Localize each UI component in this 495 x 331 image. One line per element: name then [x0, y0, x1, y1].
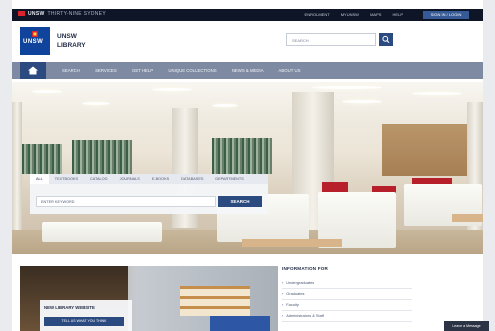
page: UNSW THIRTY-NINE SYDNEY ENROLMENT MYUNSW … — [12, 0, 483, 331]
list-item-label: Undergraduates — [286, 280, 315, 285]
nav-item-get-help[interactable]: GET HELP — [132, 68, 153, 73]
list-item-label: Administrators & Staff — [286, 313, 324, 318]
hero-light — [82, 102, 110, 105]
keyword-search-button[interactable]: SEARCH — [218, 196, 262, 207]
nav-item-news-media[interactable]: NEWS & MEDIA — [232, 68, 264, 73]
top-links: ENROLMENT MYUNSW MAPS HELP — [295, 12, 403, 17]
chevron-right-icon: › — [282, 291, 284, 296]
hero-column — [12, 102, 22, 232]
hero-bookshelf — [72, 140, 132, 174]
top-utility-bar: UNSW THIRTY-NINE SYDNEY ENROLMENT MYUNSW … — [12, 9, 483, 21]
home-icon — [28, 66, 38, 75]
nav-items: SEARCH SERVICES GET HELP UNIQUE COLLECTI… — [62, 68, 314, 73]
crest-icon — [32, 31, 38, 37]
leave-message-button[interactable]: Leave a Message — [444, 321, 489, 331]
top-link[interactable]: ENROLMENT — [305, 12, 330, 17]
main-navigation: SEARCH SERVICES GET HELP UNIQUE COLLECTI… — [12, 62, 483, 79]
tab-all[interactable]: ALL — [30, 174, 49, 184]
flag-icon — [18, 11, 25, 16]
sign-in-button[interactable]: SIGN IN / LOGIN — [423, 11, 469, 19]
list-item[interactable]: › Faculty — [282, 300, 412, 311]
hero-light — [152, 88, 192, 91]
hero-table — [242, 239, 342, 247]
list-item[interactable]: › Graduates — [282, 289, 412, 300]
hero-bookshelf — [22, 144, 62, 174]
nav-item-search[interactable]: SEARCH — [62, 68, 80, 73]
keyword-search-input[interactable]: ENTER KEYWORD — [36, 196, 216, 207]
promo-photo-chair — [210, 316, 270, 331]
site-search-input[interactable]: SEARCH — [286, 33, 376, 46]
tab-databases[interactable]: DATABASES — [175, 174, 209, 184]
home-button[interactable] — [20, 62, 46, 79]
promo-photo-shelf — [180, 286, 250, 316]
information-for-heading: INFORMATION FOR — [282, 266, 329, 271]
top-brand[interactable]: UNSW THIRTY-NINE SYDNEY — [18, 11, 106, 17]
site-header: UNSW UNSW LIBRARY SEARCH — [12, 21, 483, 59]
top-link[interactable]: MYUNSW — [341, 12, 359, 17]
hero-red-seat — [322, 182, 348, 192]
chevron-right-icon: › — [282, 302, 284, 307]
hero-light — [412, 92, 462, 95]
search-tabs: ALL TEXTBOOKS CATALOG JOURNALS E-BOOKS DATABA… — [30, 174, 268, 184]
chevron-right-icon: › — [282, 313, 284, 318]
library-title-line1: UNSW — [57, 33, 77, 40]
site-search-button[interactable] — [379, 33, 393, 46]
hero-sofa — [42, 222, 162, 242]
promo-title: NEW LIBRARY WEBSITE — [44, 305, 95, 310]
top-link[interactable]: MAPS — [370, 12, 381, 17]
tab-departments[interactable]: DEPARTMENTS — [209, 174, 249, 184]
hero-light — [212, 104, 238, 107]
top-link[interactable]: HELP — [393, 12, 403, 17]
nav-item-services[interactable]: SERVICES — [95, 68, 117, 73]
tab-catalog[interactable]: CATALOG — [84, 174, 114, 184]
nav-item-about-us[interactable]: ABOUT US — [279, 68, 301, 73]
tab-textbooks[interactable]: TEXTBOOKS — [49, 174, 84, 184]
library-title-line2: LIBRARY — [57, 42, 86, 49]
hero-library-photo — [12, 82, 483, 254]
hero-light — [312, 86, 382, 89]
library-search-widget: ALL TEXTBOOKS CATALOG JOURNALS E-BOOKS DATABA… — [30, 174, 268, 216]
promo-caption: NEW LIBRARY WEBSITE TELL US WHAT YOU THI… — [40, 300, 132, 331]
unsw-logo[interactable]: UNSW — [20, 27, 50, 55]
search-widget-body: ENTER KEYWORD SEARCH — [30, 184, 268, 214]
list-item[interactable]: › Undergraduates — [282, 278, 412, 289]
hero-light — [342, 100, 382, 103]
logo-text: UNSW — [23, 39, 44, 45]
top-brand-tagline: THIRTY-NINE SYDNEY — [47, 11, 106, 17]
tab-journals[interactable]: JOURNALS — [114, 174, 146, 184]
hero-ceiling — [12, 82, 483, 127]
hero-light — [32, 90, 62, 93]
search-icon — [382, 35, 390, 43]
library-title[interactable]: UNSW LIBRARY — [57, 32, 86, 50]
chevron-right-icon: › — [282, 280, 284, 285]
top-brand-name: UNSW — [28, 11, 45, 17]
hero-table — [452, 214, 483, 222]
promo-feedback-button[interactable]: TELL US WHAT YOU THINK — [44, 317, 124, 326]
list-item-label: Faculty — [286, 302, 299, 307]
list-item-label: Graduates — [286, 291, 305, 296]
hero-bookshelf — [212, 138, 272, 174]
nav-item-unique-collections[interactable]: UNIQUE COLLECTIONS — [168, 68, 216, 73]
tab-e-books[interactable]: E-BOOKS — [146, 174, 175, 184]
list-item[interactable]: › Administrators & Staff — [282, 311, 412, 322]
information-for-list: › Undergraduates › Graduates › Faculty › Adm… — [282, 278, 412, 322]
